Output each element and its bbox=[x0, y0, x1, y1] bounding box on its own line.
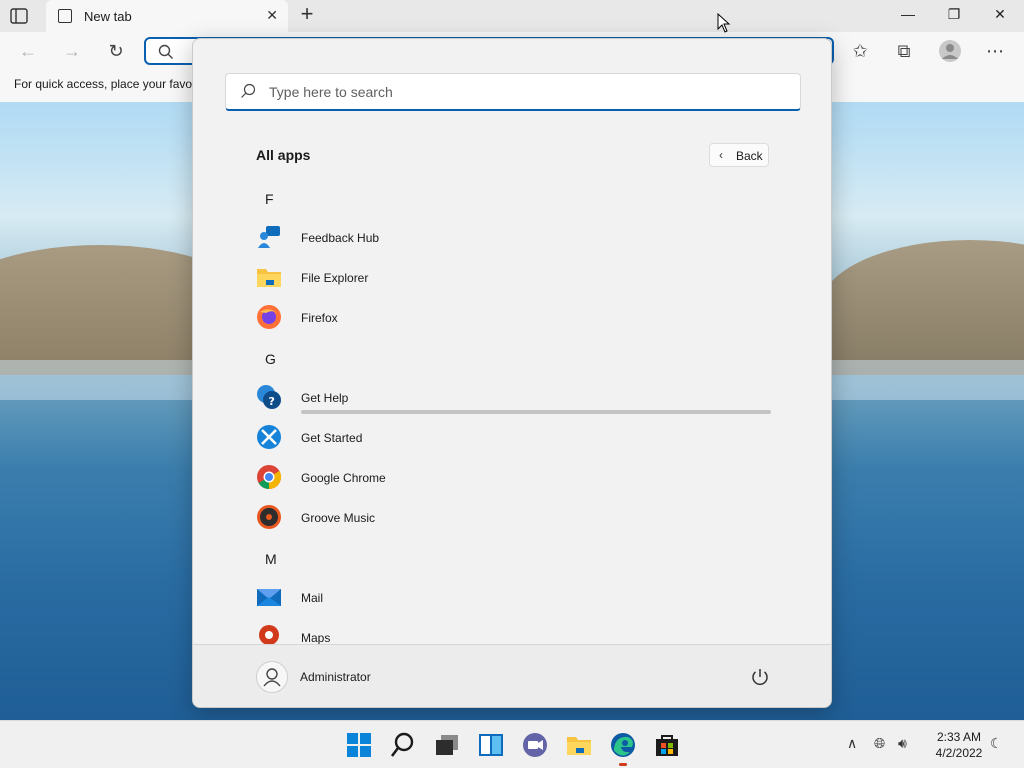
get-help-icon: ? bbox=[257, 385, 281, 409]
app-file-explorer[interactable]: File Explorer bbox=[256, 261, 776, 295]
system-clock[interactable]: 2:33 AM 4/2/2022 bbox=[930, 729, 988, 761]
tab-title: New tab bbox=[84, 9, 132, 24]
plus-icon[interactable]: + bbox=[296, 3, 318, 26]
app-groove-music[interactable]: Groove Music bbox=[256, 501, 776, 535]
back-arrow-icon[interactable]: ← bbox=[17, 41, 39, 61]
app-name: Google Chrome bbox=[301, 471, 386, 485]
browser-tab[interactable]: New tab ✕ bbox=[46, 0, 288, 32]
all-apps-title: All apps bbox=[256, 147, 311, 163]
new-tab-page-icon bbox=[58, 9, 72, 23]
section-letter-m[interactable]: M bbox=[265, 551, 277, 567]
firefox-icon bbox=[257, 305, 281, 329]
active-indicator bbox=[619, 763, 627, 766]
scrollbar[interactable] bbox=[301, 410, 771, 414]
mail-icon bbox=[257, 589, 281, 606]
back-label: Back bbox=[736, 149, 763, 163]
close-window-icon[interactable]: ✕ bbox=[989, 6, 1011, 26]
start-footer: Administrator bbox=[193, 644, 831, 707]
groove-music-icon bbox=[257, 505, 281, 529]
more-icon[interactable]: ⋯ bbox=[984, 41, 1006, 61]
app-feedback-hub[interactable]: Feedback Hub bbox=[256, 221, 776, 255]
get-started-icon bbox=[257, 425, 281, 449]
volume-icon[interactable]: 🔊︎ bbox=[898, 735, 907, 752]
mouse-cursor-icon bbox=[717, 13, 731, 33]
taskbar-search-icon[interactable] bbox=[390, 732, 416, 758]
app-name: Get Help bbox=[301, 391, 349, 405]
search-icon bbox=[241, 83, 256, 98]
app-firefox[interactable]: Firefox bbox=[256, 301, 776, 335]
app-name: Feedback Hub bbox=[301, 231, 380, 245]
sidebar-tabs-icon[interactable] bbox=[10, 8, 30, 24]
favorites-icon[interactable]: ✩ bbox=[849, 41, 871, 61]
task-view-icon[interactable] bbox=[434, 732, 460, 758]
start-search-box[interactable]: Type here to search bbox=[225, 73, 801, 111]
search-placeholder: Type here to search bbox=[269, 84, 393, 100]
back-button[interactable]: ‹ Back bbox=[709, 143, 769, 167]
app-name: Maps bbox=[301, 631, 331, 645]
user-name[interactable]: Administrator bbox=[300, 670, 371, 684]
chevron-up-icon[interactable]: ∧ bbox=[847, 735, 857, 752]
power-icon[interactable] bbox=[749, 666, 771, 688]
app-google-chrome[interactable]: Google Chrome bbox=[256, 461, 776, 495]
collections-icon[interactable]: ⧉ bbox=[893, 41, 915, 61]
user-icon[interactable] bbox=[256, 661, 288, 693]
chrome-icon bbox=[257, 465, 282, 489]
windows-start-icon[interactable] bbox=[346, 732, 372, 758]
focus-assist-icon[interactable]: ☾ bbox=[990, 735, 1003, 752]
feedback-hub-icon bbox=[258, 226, 280, 248]
section-letter-g[interactable]: G bbox=[265, 351, 276, 367]
refresh-icon[interactable]: ↻ bbox=[105, 41, 127, 61]
clock-date: 4/2/2022 bbox=[935, 746, 983, 760]
clock-time: 2:33 AM bbox=[936, 730, 982, 744]
forward-arrow-icon[interactable]: → bbox=[61, 41, 83, 61]
app-get-started[interactable]: Get Started bbox=[256, 421, 776, 455]
svg-text:?: ? bbox=[269, 395, 275, 408]
search-icon bbox=[158, 44, 173, 59]
store-icon[interactable] bbox=[654, 732, 680, 758]
favorites-hint: For quick access, place your favo bbox=[14, 77, 193, 91]
app-name: File Explorer bbox=[301, 271, 369, 285]
restore-icon[interactable]: ❐ bbox=[943, 6, 965, 26]
close-icon[interactable]: ✕ bbox=[266, 7, 278, 24]
app-mail[interactable]: Mail bbox=[256, 581, 776, 615]
profile-icon[interactable] bbox=[938, 39, 961, 62]
teams-chat-icon[interactable] bbox=[522, 732, 548, 758]
section-letter-f[interactable]: F bbox=[265, 191, 274, 207]
file-explorer-icon bbox=[257, 269, 281, 287]
minimize-icon[interactable]: — bbox=[897, 6, 919, 26]
chevron-left-icon: ‹ bbox=[719, 148, 723, 162]
app-name: Mail bbox=[301, 591, 324, 605]
browser-tab-bar: New tab ✕ + — ❐ ✕ bbox=[0, 0, 1024, 32]
start-menu: Type here to search All apps ‹ Back F Fe… bbox=[192, 38, 832, 708]
edge-icon[interactable] bbox=[610, 732, 636, 758]
app-name: Get Started bbox=[301, 431, 363, 445]
app-name: Firefox bbox=[301, 311, 338, 325]
file-explorer-icon[interactable] bbox=[566, 732, 592, 758]
taskbar: ∧ 🌐︎ 🔊︎ 2:33 AM 4/2/2022 ☾ bbox=[0, 720, 1024, 768]
widgets-icon[interactable] bbox=[478, 732, 504, 758]
app-name: Groove Music bbox=[301, 511, 376, 525]
network-icon[interactable]: 🌐︎ bbox=[874, 735, 885, 752]
